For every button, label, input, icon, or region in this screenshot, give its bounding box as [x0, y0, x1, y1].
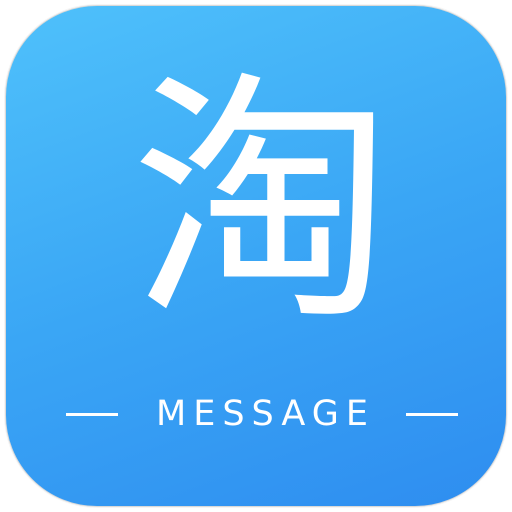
- right-divider: [406, 412, 458, 416]
- icon-canvas: 淘 MESSAGE: [0, 0, 512, 512]
- tagline-text: MESSAGE: [156, 393, 375, 434]
- app-icon-glyph: 淘: [131, 50, 393, 355]
- left-divider: [66, 412, 118, 416]
- app-icon-tagline: MESSAGE: [66, 394, 458, 434]
- app-icon[interactable]: 淘 MESSAGE: [5, 5, 507, 507]
